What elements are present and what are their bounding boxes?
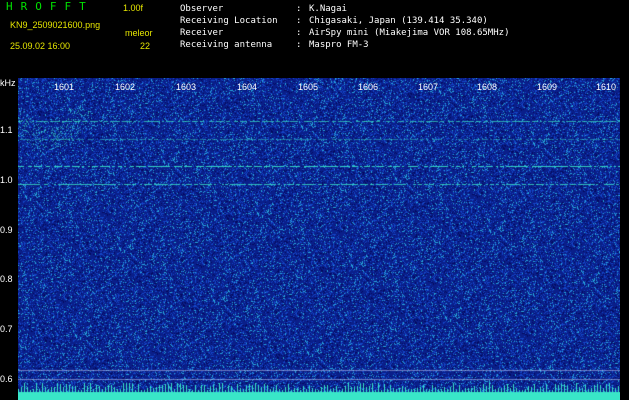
receiver-value: AirSpy mini (Miakejima VOR 108.65MHz) — [309, 28, 510, 38]
x-tick-1604: 1604 — [237, 82, 258, 92]
observer-label: Observer — [180, 4, 224, 14]
header-panel: HROFFT 1.00f KN9_2509021600.png meleor 2… — [0, 0, 629, 78]
x-tick-1608: 1608 — [477, 82, 498, 92]
mode-label: meleor — [125, 28, 153, 38]
observer-value: K.Nagai — [309, 4, 347, 14]
location-value: Chigasaki, Japan (139.414 35.340) — [309, 16, 488, 26]
x-tick-1603: 1603 — [176, 82, 197, 92]
y-tick-1-1: 1.1 — [0, 125, 13, 135]
observation-datetime: 25.09.02 16:00 — [10, 41, 71, 51]
receiver-label: Receiver — [180, 28, 224, 38]
waterfall-spectrogram — [18, 78, 620, 400]
waterfall-canvas — [18, 78, 620, 400]
x-tick-1605: 1605 — [298, 82, 319, 92]
antenna-sep: : — [296, 40, 302, 50]
y-tick-0-8: 0.8 — [0, 274, 13, 284]
y-tick-0-7: 0.7 — [0, 324, 13, 334]
receiver-sep: : — [296, 28, 302, 38]
x-tick-1601: 1601 — [54, 82, 75, 92]
y-tick-0-9: 0.9 — [0, 225, 13, 235]
app-title: HROFFT — [6, 0, 94, 13]
location-sep: : — [296, 16, 302, 26]
y-tick-0-6: 0.6 — [0, 374, 13, 384]
antenna-value: Maspro FM-3 — [309, 40, 369, 50]
x-tick-1602: 1602 — [115, 82, 136, 92]
x-tick-1609: 1609 — [537, 82, 558, 92]
x-tick-1606: 1606 — [358, 82, 379, 92]
y-axis-unit: kHz — [0, 78, 16, 88]
meteor-count: 22 — [140, 41, 151, 51]
observer-sep: : — [296, 4, 302, 14]
location-label: Receiving Location — [180, 16, 278, 26]
antenna-label: Receiving antenna — [180, 40, 273, 50]
app-version: 1.00f — [123, 3, 144, 13]
x-tick-1607: 1607 — [418, 82, 439, 92]
x-tick-1610: 1610 — [596, 82, 617, 92]
image-filename: KN9_2509021600.png — [10, 20, 101, 30]
y-tick-1-0: 1.0 — [0, 175, 13, 185]
